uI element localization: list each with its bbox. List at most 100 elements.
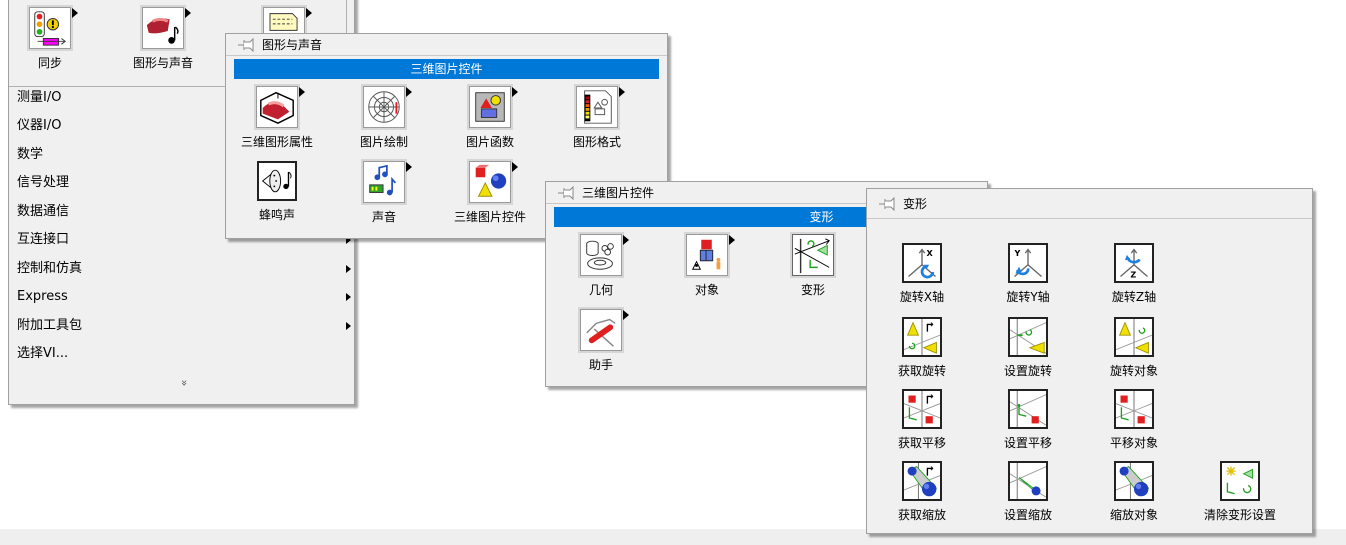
- palette-item-label: 获取缩放: [897, 508, 946, 522]
- transformations-icon: [790, 232, 836, 278]
- clear-transformations-icon: [1220, 461, 1260, 501]
- scale-object-icon: [1114, 461, 1154, 501]
- palette-item-rotate-z[interactable]: Z 旋转Z轴: [1079, 243, 1189, 305]
- palette-item-rotate-object[interactable]: 旋转对象: [1079, 317, 1189, 379]
- palette-item-label: 助手: [588, 358, 613, 372]
- menu-item-control-simulation[interactable]: 控制和仿真: [17, 255, 357, 283]
- palette-item-label: 三维图片控件: [453, 210, 526, 224]
- menu-item-label: 数据通信: [17, 204, 70, 219]
- get-scale-icon: [902, 461, 942, 501]
- palette-item-label: 平移对象: [1109, 436, 1158, 450]
- rotate-y-icon: Y: [1008, 243, 1048, 283]
- expand-palette-button[interactable]: »: [177, 376, 191, 390]
- submenu-arrow-icon: [512, 87, 518, 97]
- palette-item-label: 变形: [800, 283, 825, 297]
- set-translation-icon: [1008, 389, 1048, 429]
- menu-item-label: 测量I/O: [17, 90, 62, 105]
- submenu-arrow-icon: [406, 87, 412, 97]
- palette-item-label: 图片绘制: [359, 135, 408, 149]
- beep-icon: [257, 161, 297, 201]
- palette-item-label: 获取旋转: [897, 364, 946, 378]
- pin-icon[interactable]: [238, 37, 256, 52]
- submenu-arrow-icon: [185, 8, 191, 18]
- palette-item-rotate-y[interactable]: Y 旋转Y轴: [973, 243, 1083, 305]
- sound-icon: [361, 159, 412, 205]
- submenu-arrow-icon: [346, 265, 351, 273]
- objects-icon: [684, 232, 735, 278]
- palette-item-beep[interactable]: 蜂鸣声: [222, 161, 332, 223]
- rotate-x-icon: X: [902, 243, 942, 283]
- palette-title-bar[interactable]: 图形与声音: [226, 34, 667, 56]
- palette-item-3d-graph-properties[interactable]: 三维图形属性: [222, 84, 332, 150]
- palette-item-get-scale[interactable]: 获取缩放: [867, 461, 977, 523]
- submenu-arrow-icon: [306, 8, 312, 18]
- palette-item-geometries[interactable]: 几何: [546, 232, 656, 298]
- menu-item-label: 仪器I/O: [17, 118, 62, 133]
- palette-item-graphics-sound[interactable]: 图形与声音: [108, 5, 218, 71]
- submenu-arrow-icon: [623, 235, 629, 245]
- palette-item-picture-functions[interactable]: 图片函数: [435, 84, 545, 150]
- submenu-arrow-icon: [346, 293, 351, 301]
- get-rotation-icon: [902, 317, 942, 357]
- palette-item-label: 图形格式: [572, 135, 621, 149]
- palette-title-bar[interactable]: 变形: [867, 189, 1312, 219]
- menu-item-label: Express: [17, 289, 68, 304]
- palette-item-label: 蜂鸣声: [258, 208, 295, 222]
- 3d-picture-control-icon: [467, 159, 518, 205]
- submenu-arrow-icon: [729, 235, 735, 245]
- palette-item-label: 三维图形属性: [240, 135, 313, 149]
- svg-text:Z: Z: [1130, 269, 1136, 279]
- palette-item-get-rotation[interactable]: 获取旋转: [867, 317, 977, 379]
- menu-item-express[interactable]: Express: [17, 283, 357, 311]
- palette-item-label: 设置缩放: [1003, 508, 1052, 522]
- svg-text:Y: Y: [1014, 248, 1021, 258]
- submenu-arrow-icon: [512, 162, 518, 172]
- palette-item-graphics-formats[interactable]: 图形格式: [542, 84, 652, 150]
- palette-item-helpers[interactable]: 助手: [546, 307, 656, 373]
- palette-item-get-translation[interactable]: 获取平移: [867, 389, 977, 451]
- palette-item-picture-plot[interactable]: 图片绘制: [329, 84, 439, 150]
- palette-item-label: 设置旋转: [1003, 364, 1052, 378]
- palette-item-set-rotation[interactable]: 设置旋转: [973, 317, 1083, 379]
- palette-item-transformations[interactable]: 变形: [758, 232, 868, 298]
- picture-plot-icon: [361, 84, 412, 130]
- menu-item-select-vi[interactable]: 选择VI...: [17, 340, 357, 368]
- synchronization-icon: [27, 5, 78, 51]
- menu-item-label: 选择VI...: [17, 346, 69, 361]
- palette-item-scale-object[interactable]: 缩放对象: [1079, 461, 1189, 523]
- palette-item-label: 旋转对象: [1109, 364, 1158, 378]
- palette-item-clear-transformations[interactable]: 清除变形设置: [1185, 461, 1295, 523]
- palette-item-set-translation[interactable]: 设置平移: [973, 389, 1083, 451]
- palette-item-label: 几何: [588, 283, 613, 297]
- get-translation-icon: [902, 389, 942, 429]
- pin-icon[interactable]: [558, 185, 576, 200]
- section-header-3d-picture[interactable]: 三维图片控件: [234, 59, 659, 79]
- submenu-arrow-icon: [72, 8, 78, 18]
- palette-item-label: 旋转Y轴: [1006, 290, 1050, 304]
- palette-title: 变形: [903, 197, 928, 211]
- pin-icon[interactable]: [879, 196, 897, 211]
- palette-item-label: 获取平移: [897, 436, 946, 450]
- submenu-arrow-icon: [346, 322, 351, 330]
- palette-item-set-scale[interactable]: 设置缩放: [973, 461, 1083, 523]
- rotate-z-icon: Z: [1114, 243, 1154, 283]
- palette-item-label: 声音: [371, 210, 396, 224]
- palette-item-synchronization[interactable]: 同步: [0, 5, 105, 71]
- transformations-palette: 变形 X 旋转X轴 Y 旋转Y轴 Z 旋转Z轴 获取旋转 设置旋转 旋转对象 获…: [866, 188, 1313, 534]
- submenu-arrow-icon: [619, 87, 625, 97]
- palette-item-label: 旋转X轴: [899, 290, 945, 304]
- palette-item-label: 图片函数: [465, 135, 514, 149]
- palette-item-3d-picture-control[interactable]: 三维图片控件: [435, 159, 545, 225]
- palette-item-translate-object[interactable]: 平移对象: [1079, 389, 1189, 451]
- palette-item-rotate-x[interactable]: X 旋转X轴: [867, 243, 977, 305]
- palette-item-label: 旋转Z轴: [1111, 290, 1157, 304]
- palette-item-sound[interactable]: 声音: [329, 159, 439, 225]
- submenu-arrow-icon: [406, 162, 412, 172]
- palette-item-label: 清除变形设置: [1203, 508, 1276, 522]
- palette-item-objects[interactable]: 对象: [652, 232, 762, 298]
- svg-text:X: X: [927, 248, 934, 258]
- palette-item-label: 设置平移: [1003, 436, 1052, 450]
- menu-item-addons[interactable]: 附加工具包: [17, 312, 357, 340]
- menu-item-label: 数学: [17, 147, 44, 162]
- palette-title: 三维图片控件: [582, 186, 655, 200]
